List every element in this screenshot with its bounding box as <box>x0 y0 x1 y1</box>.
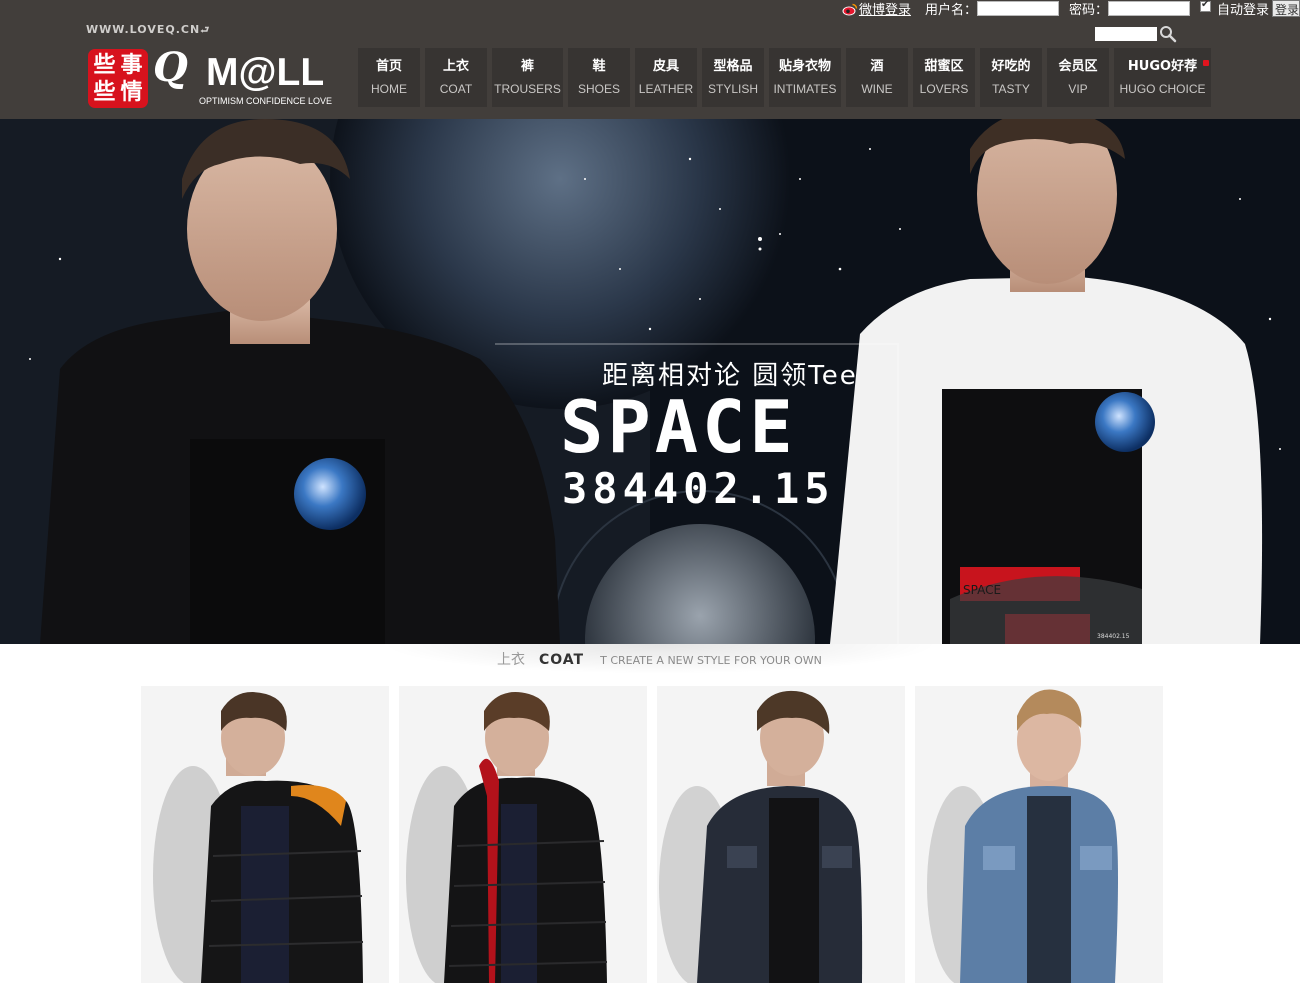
password-label: 密码： <box>1068 3 1108 18</box>
logo-mall: M@LL <box>206 51 325 94</box>
nav-item-intimates[interactable]: 贴身衣物 INTIMATES <box>769 48 841 107</box>
nav-label-en: LEATHER <box>638 81 694 96</box>
section-slogan: T CREATE A NEW STYLE FOR YOUR OWN <box>600 654 822 667</box>
search-icon[interactable] <box>1159 25 1177 43</box>
nav-item-hugo-choice[interactable]: HUGO好荐 HUGO CHOICE <box>1114 48 1211 107</box>
nav-label-zh: 型格品 <box>713 58 753 74</box>
banner-title: SPACE <box>560 385 797 469</box>
logo-tagline: OPTIMISM CONFIDENCE LOVE <box>199 96 333 106</box>
section-title-zh: 上衣 <box>497 652 525 668</box>
nav-label-zh: 酒 <box>870 58 884 74</box>
product-card[interactable] <box>915 686 1163 983</box>
nav-label-zh: 会员区 <box>1058 58 1098 74</box>
nav-label-zh: 裤 <box>520 58 534 74</box>
password-input[interactable] <box>1107 1 1190 16</box>
logo-seal-char: 些 <box>93 78 116 105</box>
nav-label-zh: 上衣 <box>442 58 469 74</box>
auto-login-label: 自动登录 <box>1216 3 1269 18</box>
nav-label-en: HUGO CHOICE <box>1119 81 1206 96</box>
product-card[interactable] <box>141 686 389 983</box>
logo-seal-char: 情 <box>120 78 143 105</box>
logo-seal-char: 事 <box>120 52 143 78</box>
nav-label-en: WINE <box>861 81 893 96</box>
product-image <box>399 686 647 983</box>
nav-item-tasty[interactable]: 好吃的 TASTY <box>980 48 1042 107</box>
weibo-login-link[interactable]: 微博登录 <box>842 0 911 18</box>
nav-item-coat[interactable]: 上衣 COAT <box>425 48 487 107</box>
nav-label-zh: 鞋 <box>592 58 606 74</box>
product-card[interactable] <box>399 686 647 983</box>
hero-banner[interactable]: SPACE 384402.15 距离相对论 圆领Tee SPACE 384402… <box>0 119 1300 644</box>
section-title-en: COAT <box>539 652 585 668</box>
weibo-icon <box>842 3 858 15</box>
logo-seal-char: 些 <box>93 52 116 78</box>
nav-item-stylish[interactable]: 型格品 STYLISH <box>702 48 764 107</box>
site-header: 微博登录 用户名： 密码： 自动登录 登录 WWW.LOVEQ.CN⮐ 些 事 … <box>0 0 1300 119</box>
nav-item-shoes[interactable]: 鞋 SHOES <box>568 48 630 107</box>
section-heading: 上衣 COAT T CREATE A NEW STYLE FOR YOUR OW… <box>497 649 822 669</box>
product-image <box>657 686 905 983</box>
nav-label-en: STYLISH <box>707 81 758 96</box>
nav-item-home[interactable]: 首页 HOME <box>358 48 420 107</box>
nav-label-en: TASTY <box>992 81 1030 96</box>
login-bar: 微博登录 用户名： 密码： 自动登录 登录 <box>842 0 1300 18</box>
weibo-login-label: 微博登录 <box>858 3 911 18</box>
product-image <box>915 686 1163 983</box>
product-image <box>141 686 389 983</box>
username-label: 用户名： <box>924 3 977 18</box>
shirt-print-number: 384402.15 <box>1097 633 1130 640</box>
logo-q: Q <box>153 44 188 91</box>
nav-label-en: HOME <box>371 81 407 96</box>
product-card[interactable] <box>657 686 905 983</box>
site-url[interactable]: WWW.LOVEQ.CN⮐ <box>86 23 210 40</box>
nav-label-en: SHOES <box>577 81 620 96</box>
nav-label-en: COAT <box>439 81 473 96</box>
nav-label-zh: 好吃的 <box>991 58 1031 74</box>
nav-label-en: LOVERS <box>919 81 969 96</box>
banner-number: 384402.15 <box>562 464 835 513</box>
nav-item-wine[interactable]: 酒 WINE <box>846 48 908 107</box>
nav-label-zh: 首页 <box>375 58 402 74</box>
return-arrow-icon: ⮐ <box>200 25 211 36</box>
nav-item-lovers[interactable]: 甜蜜区 LOVERS <box>913 48 975 107</box>
nav-label-en: TROUSERS <box>494 81 561 96</box>
nav-label-en: VIP <box>1068 81 1088 96</box>
login-button[interactable]: 登录 <box>1272 0 1300 17</box>
nav-label-zh: 皮具 <box>652 58 679 74</box>
logo-seal[interactable]: 些 事 些 情 <box>88 49 148 108</box>
site-url-text: WWW.LOVEQ.CN <box>86 23 201 36</box>
nav-label-zh: HUGO好荐 <box>1127 58 1198 74</box>
nav-label-zh: 甜蜜区 <box>924 58 964 74</box>
nav-label-en: INTIMATES <box>773 81 837 96</box>
nav-item-trousers[interactable]: 裤 TROUSERS <box>492 48 563 107</box>
nav-item-leather[interactable]: 皮具 LEATHER <box>635 48 697 107</box>
main-nav: 首页 HOME 上衣 COAT 裤 TROUSERS 鞋 SHOES 皮具 LE… <box>358 48 1211 107</box>
new-badge-dot <box>1203 60 1209 66</box>
search-input[interactable] <box>1095 27 1157 41</box>
username-input[interactable] <box>976 1 1059 16</box>
auto-login-checkbox[interactable] <box>1199 0 1211 12</box>
nav-label-zh: 贴身衣物 <box>778 58 831 74</box>
shirt-print-text: SPACE <box>963 583 1001 597</box>
nav-item-vip[interactable]: 会员区 VIP <box>1047 48 1109 107</box>
